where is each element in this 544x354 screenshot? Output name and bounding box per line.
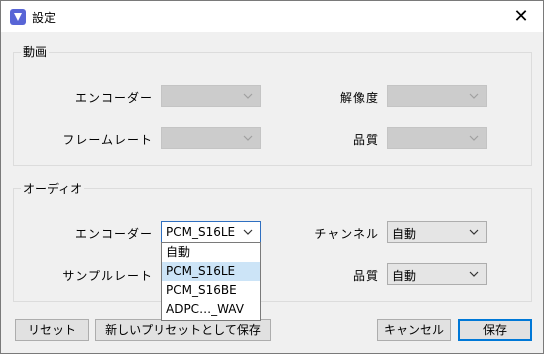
samplerate-label: サンプルレート <box>62 269 153 283</box>
chevron-down-icon <box>243 93 253 99</box>
audio-encoder-dropdown-list: 自動 PCM_S16LE PCM_S16BE ADPC…_WAV <box>161 242 261 321</box>
dropdown-option[interactable]: PCM_S16BE <box>162 281 260 300</box>
chevron-down-icon <box>469 271 479 277</box>
dropdown-option[interactable]: ADPC…_WAV <box>162 300 260 319</box>
audio-quality-select[interactable]: 自動 <box>387 263 487 285</box>
channel-select[interactable]: 自動 <box>387 221 487 243</box>
reset-button[interactable]: リセット <box>15 319 89 341</box>
audio-group-label: オーディオ <box>21 180 85 197</box>
chevron-down-icon <box>243 135 253 141</box>
video-encoder-label: エンコーダー <box>74 91 153 105</box>
settings-dialog: 設定 ✕ 動画 エンコーダー 解像度 フレームレート 品質 オーディオ エンコー… <box>0 0 544 354</box>
resolution-label: 解像度 <box>339 91 379 105</box>
chevron-down-icon <box>469 93 479 99</box>
window-title: 設定 <box>32 11 57 25</box>
framerate-select[interactable] <box>161 127 261 149</box>
close-icon: ✕ <box>513 6 529 27</box>
title-bar[interactable]: 設定 ✕ <box>1 1 543 32</box>
dropdown-option[interactable]: 自動 <box>162 243 260 262</box>
save-new-preset-button[interactable]: 新しいプリセットとして保存 <box>95 319 271 341</box>
chevron-down-icon <box>243 229 253 235</box>
save-button[interactable]: 保存 <box>458 319 532 341</box>
audio-encoder-value: PCM_S16LE <box>166 225 236 239</box>
dropdown-option[interactable]: PCM_S16LE <box>162 262 260 281</box>
audio-quality-label: 品質 <box>352 269 379 283</box>
cancel-button[interactable]: キャンセル <box>377 319 451 341</box>
chevron-down-icon <box>469 229 479 235</box>
app-icon <box>10 9 26 25</box>
channel-label: チャンネル <box>314 227 379 241</box>
framerate-label: フレームレート <box>62 133 153 147</box>
audio-quality-value: 自動 <box>392 269 417 283</box>
video-encoder-select[interactable] <box>161 85 261 107</box>
video-quality-label: 品質 <box>352 133 379 147</box>
channel-value: 自動 <box>392 227 417 241</box>
chevron-down-icon <box>469 135 479 141</box>
audio-encoder-select[interactable]: PCM_S16LE <box>161 221 261 243</box>
video-group-label: 動画 <box>21 43 50 60</box>
resolution-select[interactable] <box>387 85 487 107</box>
close-button[interactable]: ✕ <box>499 1 543 32</box>
video-quality-select[interactable] <box>387 127 487 149</box>
audio-encoder-label: エンコーダー <box>74 227 153 241</box>
